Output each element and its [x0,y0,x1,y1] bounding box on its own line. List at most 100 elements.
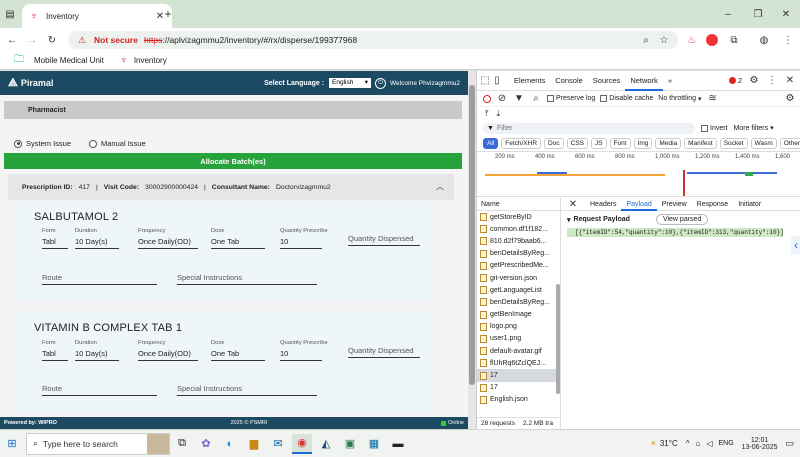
tab-console[interactable]: Console [550,76,588,85]
language-select[interactable]: English ▾ [329,78,372,88]
request-row[interactable]: getLanguageList [477,284,560,296]
minimize-icon[interactable]: – [722,8,734,20]
notifications-icon[interactable]: ▭ [785,438,794,449]
quantity-dispensed-input[interactable]: Quantity Dispensed [348,346,420,358]
request-row[interactable]: common.df1f182... [477,223,560,235]
request-row[interactable]: getBenImage [477,309,560,321]
clear-icon[interactable]: ⊘ [496,93,508,105]
request-list-scrollbar[interactable] [556,284,560,394]
settings-gear-icon[interactable]: ⚙ [748,75,760,87]
extension-flame-icon[interactable]: ♨ [686,34,698,46]
vscode-icon[interactable]: ◭ [316,434,336,454]
device-toolbar-icon[interactable]: ▯ [491,75,503,87]
bookmark-mmu[interactable]: 🗀 Mobile Medical Unit [8,54,104,67]
export-har-icon[interactable]: ⤓ [497,109,501,119]
volume-icon[interactable]: ◁ [706,439,712,448]
preserve-log-checkbox[interactable]: Preserve log [547,95,595,102]
browser-tab[interactable]: ♆ Inventory ✕ [22,4,172,28]
scrollbar-thumb[interactable] [469,85,475,385]
taskbar-search-box[interactable]: ⌕ Type here to search [26,432,170,455]
terminal-icon[interactable]: ▬ [388,434,408,454]
radio-manual-issue[interactable]: Manual Issue [89,139,146,148]
type-filter-chip[interactable]: All [483,137,499,149]
detail-tab[interactable]: Payload [621,198,657,211]
tab-search-icon[interactable]: ▤ [4,8,16,20]
bookmark-star-icon[interactable]: ☆ [658,34,670,46]
back-icon[interactable]: ← [6,34,18,46]
extension-red-icon[interactable] [706,34,718,46]
request-row[interactable]: flUhRq6tZclQEJ... [477,357,560,369]
filter-funnel-icon[interactable]: ▼ [513,93,525,105]
route-input[interactable]: Route [42,384,157,396]
new-tab-icon[interactable]: + [162,7,174,21]
payload-json[interactable]: [{"itemID":54,"quantity":10},{"itemID":3… [567,228,783,237]
import-har-icon[interactable]: ⤒ [485,109,489,119]
devtools-menu-icon[interactable]: ⋮ [766,75,778,87]
start-windows-icon[interactable]: ⊞ [2,434,22,454]
route-input[interactable]: Route [42,273,157,285]
task-view-icon[interactable]: ⧉ [172,434,192,454]
request-row[interactable]: git-version.json [477,272,560,284]
radio-system-issue[interactable]: System Issue [14,139,71,148]
copilot-icon[interactable]: ✿ [196,434,216,454]
clock[interactable]: 12:01 13-06-2025 [742,437,778,451]
allocate-batches-button[interactable]: Allocate Batch(es) [4,153,462,169]
more-tabs-icon[interactable]: » [663,76,677,85]
request-row[interactable]: benDetailsByReg... [477,248,560,260]
throttling-select[interactable]: No throttling ▾ [658,95,701,103]
chrome-menu-icon[interactable]: ⋮ [782,34,794,46]
special-instructions-input[interactable]: Special Instructions [177,384,317,396]
type-filter-chip[interactable]: Other [779,137,800,149]
network-conditions-icon[interactable]: ≋ [707,93,719,105]
tray-chevron-up-icon[interactable]: ^ [686,439,690,448]
record-icon[interactable] [483,94,491,103]
chrome-icon[interactable]: ◉ [292,433,312,454]
request-row[interactable]: logo.png [477,321,560,333]
disable-cache-checkbox[interactable]: Disable cache [600,95,653,102]
quantity-dispensed-input[interactable]: Quantity Dispensed [348,234,420,246]
type-filter-chip[interactable]: Img [633,137,653,149]
filter-input[interactable]: ▼ Filter [483,122,695,134]
invert-checkbox[interactable]: Invert [701,124,728,132]
close-detail-icon[interactable]: ✕ [567,198,579,210]
zoom-search-icon[interactable]: ⌕ [640,34,652,46]
network-icon[interactable]: ⌂ [696,439,701,448]
omnibox[interactable]: ⚠ Not secure https ://aplvizagmmu2/inven… [68,31,678,49]
request-row[interactable]: 17 [477,369,560,382]
remote-desktop-icon[interactable]: ▦ [364,434,384,454]
prescription-info-bar[interactable]: Prescription ID: 417 | Visit Code: 30002… [8,174,454,200]
type-filter-chip[interactable]: Fetch/XHR [501,137,542,149]
request-row[interactable]: 810.d2f79baab6... [477,235,560,247]
close-window-icon[interactable]: ✕ [780,8,792,20]
issues-badge[interactable]: 2 [728,76,742,85]
more-filters-dropdown[interactable]: More filters ▾ [734,124,774,133]
detail-tab[interactable]: Headers [585,198,621,211]
request-payload-toggle[interactable]: ▾ Request Payload [567,216,630,224]
request-row[interactable]: getStoreByID [477,211,560,223]
network-settings-icon[interactable]: ⚙ [784,93,796,105]
view-parsed-button[interactable]: View parsed [655,214,709,225]
maximize-icon[interactable]: ❐ [752,8,764,20]
extensions-puzzle-icon[interactable]: ⧉ [728,34,740,46]
not-secure-label[interactable]: Not secure [94,35,138,45]
special-instructions-input[interactable]: Special Instructions [177,273,317,285]
file-explorer-icon[interactable]: ▆ [244,434,264,454]
request-row[interactable]: 17 [477,382,560,394]
detail-tab[interactable]: Initiator [733,198,766,211]
type-filter-chip[interactable]: Socket [719,137,748,149]
inspect-element-icon[interactable]: ⬚ [479,75,491,87]
type-filter-chip[interactable]: Wasm [750,137,777,149]
outlook-icon[interactable]: ✉ [268,434,288,454]
side-panel-toggle-icon[interactable]: ‹ [791,236,800,254]
type-filter-chip[interactable]: CSS [566,137,588,149]
teams-icon[interactable]: ▣ [340,434,360,454]
edge-icon[interactable]: ◐ [220,434,240,454]
request-row[interactable]: default-avatar.gif [477,345,560,357]
type-filter-chip[interactable]: Media [655,137,682,149]
search-icon[interactable]: ⌕ [530,93,542,105]
power-icon[interactable]: ⏻ [375,77,387,89]
request-row[interactable]: English.json [477,394,560,406]
type-filter-chip[interactable]: JS [590,137,607,149]
detail-tab[interactable]: Response [692,198,734,211]
type-filter-chip[interactable]: Font [609,137,631,149]
